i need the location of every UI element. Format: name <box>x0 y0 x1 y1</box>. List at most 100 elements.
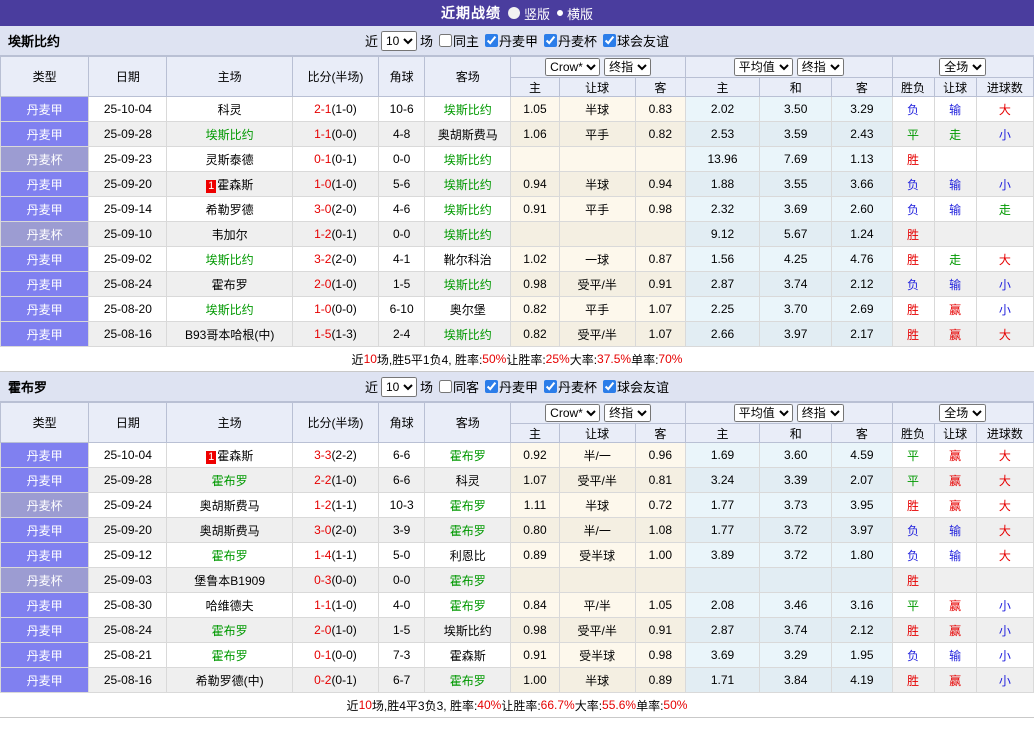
same-away-checkbox[interactable] <box>438 380 452 393</box>
avg-home-odds-cell: 2.25 <box>684 296 761 322</box>
handicap-home-odds-cell: 0.84 <box>510 592 560 618</box>
league-option-3[interactable]: 球会友谊 <box>597 31 669 50</box>
score-cell: 1-1(1-0) <box>291 592 380 618</box>
avg-draw-odds-cell: 4.25 <box>759 246 833 272</box>
handicap-away-odds-cell: 0.94 <box>634 171 686 197</box>
full-match-select[interactable]: 全场 <box>939 404 987 422</box>
home-team-cell: 1 霍森斯 <box>166 442 293 468</box>
full-time-score: 3-0 <box>314 523 332 537</box>
league-label-1[interactable]: 丹麦甲 <box>499 377 538 396</box>
final-odds-select-1[interactable]: 终指 <box>604 58 652 76</box>
same-home-checkbox[interactable] <box>438 34 452 47</box>
europe-odds-group: 平均值 终指 <box>684 402 893 424</box>
home-team-cell: 1 霍森斯 <box>166 171 293 197</box>
avg-home-odds-cell: 1.88 <box>684 171 761 197</box>
league-option-1[interactable]: 丹麦甲 <box>479 377 538 396</box>
radio-horizontal-icon[interactable] <box>557 10 563 16</box>
goals-result-cell: 大 <box>975 542 1034 568</box>
summary-part: 场,胜5平1负4, 胜率: <box>376 352 483 367</box>
league-checkbox-2[interactable] <box>544 380 558 393</box>
result-text: 大 <box>998 548 1011 563</box>
avg-draw-odds-cell: 3.39 <box>759 467 833 493</box>
winloss-result-cell: 负 <box>891 642 935 668</box>
league-checkbox-3[interactable] <box>603 380 617 393</box>
subcol-handicap-home: 主 <box>510 423 560 443</box>
average-odds-select[interactable]: 平均值 <box>733 404 793 422</box>
layout-vertical-option[interactable]: 竖版 <box>507 4 550 23</box>
final-odds-select-2[interactable]: 终指 <box>796 58 844 76</box>
handicap-home-odds-cell: 0.98 <box>510 271 560 297</box>
same-away-label[interactable]: 同客 <box>453 377 479 396</box>
summary-part: 37.5% <box>597 352 632 366</box>
same-home-label[interactable]: 同主 <box>453 31 479 50</box>
league-checkbox-1[interactable] <box>485 380 498 393</box>
odds-company-select[interactable]: Crow* <box>545 404 601 422</box>
league-option-2[interactable]: 丹麦杯 <box>538 31 597 50</box>
league-type-cell: 丹麦杯 <box>0 567 90 593</box>
final-odds-select-2[interactable]: 终指 <box>796 404 844 422</box>
col-header-date: 日期 <box>88 56 168 97</box>
away-team-name: 埃斯比约 <box>443 277 492 292</box>
radio-vertical-label[interactable]: 竖版 <box>524 4 550 23</box>
league-label-3[interactable]: 球会友谊 <box>617 377 669 396</box>
away-team-cell: 霍布罗 <box>424 442 512 468</box>
home-team-name: 奥胡斯费马 <box>199 498 260 513</box>
league-checkbox-1[interactable] <box>485 34 498 47</box>
corner-score-cell: 1-5 <box>378 271 426 297</box>
half-time-score: (2-0) <box>331 252 357 266</box>
subcol-avg-draw: 和 <box>759 423 833 443</box>
away-team-cell: 霍布罗 <box>424 492 512 518</box>
corner-score-cell: 10-3 <box>378 492 426 518</box>
avg-draw-odds-cell: 3.72 <box>759 542 833 568</box>
subcol-avg-home: 主 <box>684 77 761 97</box>
corner-score-cell: 0-0 <box>378 567 426 593</box>
home-team-cell: 希勒罗德 <box>166 196 293 222</box>
summary-part: 让胜率: <box>501 698 541 713</box>
avg-away-odds-cell: 4.59 <box>831 442 893 468</box>
radio-vertical-icon[interactable] <box>507 7 520 19</box>
layout-horizontal-option[interactable]: 横版 <box>557 4 593 23</box>
score-cell: 3-3(2-2) <box>291 442 380 468</box>
league-label-3[interactable]: 球会友谊 <box>617 31 669 50</box>
league-option-3[interactable]: 球会友谊 <box>597 377 669 396</box>
home-team-cell: 霍布罗 <box>166 642 293 668</box>
radio-horizontal-label[interactable]: 横版 <box>567 4 593 23</box>
handicap-away-odds-cell: 0.98 <box>634 196 686 222</box>
subcol-avg-away: 客 <box>831 77 893 97</box>
league-option-2[interactable]: 丹麦杯 <box>538 377 597 396</box>
league-type-cell: 丹麦甲 <box>0 667 90 693</box>
half-time-score: (1-1) <box>331 498 357 512</box>
winloss-result-cell: 负 <box>891 542 935 568</box>
average-odds-select[interactable]: 平均值 <box>733 58 793 76</box>
handicap-line-cell: 平手 <box>558 121 636 147</box>
handicap-result-cell: 走 <box>933 246 977 272</box>
result-text: 胜 <box>907 623 920 638</box>
result-text: 负 <box>907 202 920 217</box>
home-team-cell: 埃斯比约 <box>166 246 293 272</box>
league-label-2[interactable]: 丹麦杯 <box>558 377 597 396</box>
summary-part: 近 <box>351 352 364 367</box>
avg-home-odds-cell: 3.69 <box>684 642 761 668</box>
same-away-option[interactable]: 同客 <box>433 377 479 396</box>
avg-draw-odds-cell: 5.67 <box>759 221 833 247</box>
avg-draw-odds-cell: 3.84 <box>759 667 833 693</box>
league-checkbox-3[interactable] <box>603 34 617 47</box>
winloss-result-cell: 平 <box>891 467 935 493</box>
half-time-score: (1-1) <box>331 548 357 562</box>
league-option-1[interactable]: 丹麦甲 <box>479 31 538 50</box>
avg-home-odds-cell: 1.56 <box>684 246 761 272</box>
final-odds-select-1[interactable]: 终指 <box>604 404 652 422</box>
league-label-1[interactable]: 丹麦甲 <box>499 31 538 50</box>
away-team-name: 埃斯比约 <box>443 177 492 192</box>
home-team-name: 韦加尔 <box>211 227 248 242</box>
match-count-select[interactable]: 10 <box>380 376 417 397</box>
full-match-select[interactable]: 全场 <box>939 58 987 76</box>
match-row: 丹麦甲 25-09-12 霍布罗 1-4(1-1) 5-0 利恩比 0.89 受半球 1.00 3… <box>0 542 1034 568</box>
home-team-name: 霍布罗 <box>211 623 248 638</box>
league-checkbox-2[interactable] <box>544 34 558 47</box>
result-text: 输 <box>949 548 962 563</box>
same-home-option[interactable]: 同主 <box>433 31 479 50</box>
odds-company-select[interactable]: Crow* <box>545 58 601 76</box>
league-label-2[interactable]: 丹麦杯 <box>558 31 597 50</box>
match-count-select[interactable]: 10 <box>380 30 417 51</box>
